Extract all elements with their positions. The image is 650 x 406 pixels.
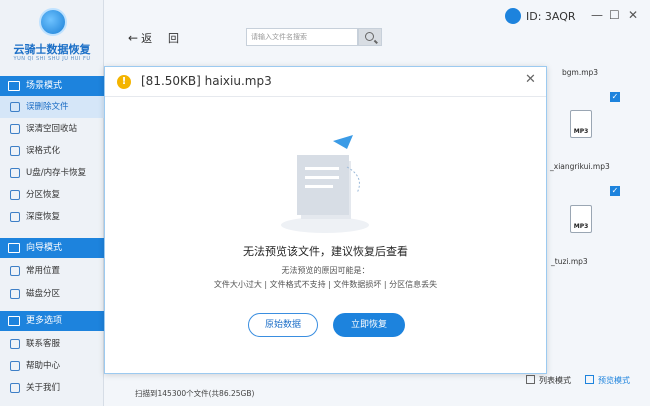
more-options-icon (8, 316, 20, 326)
search-icon (365, 32, 374, 41)
sidebar-item-about[interactable]: 关于我们 (0, 377, 104, 399)
sidebar-item-deep[interactable]: 深度恢复 (0, 206, 104, 228)
app-name-sub: YUN QI SHI SHU JU HUI FU (13, 56, 91, 62)
reason-list: 文件大小过大 | 文件格式不支持 | 文件数据损坏 | 分区信息丢失 (213, 280, 438, 289)
reason-heading: 无法预览的原因可能是： (281, 266, 370, 275)
sidebar-item-disk-partition[interactable]: 磁盘分区 (0, 283, 104, 305)
file-name-bgm: bgm.mp3 (562, 68, 599, 77)
recycle-bin-icon (10, 124, 20, 134)
dialog-title: [81.50KB] haixiu.mp3 (141, 74, 272, 88)
file-icon (10, 102, 20, 112)
file-checkbox-bgm[interactable]: ✓ (610, 92, 620, 102)
wizard-mode-icon (8, 243, 20, 253)
back-arrow-icon: ← (128, 31, 139, 45)
preview-mode-icon (585, 375, 594, 384)
sidebar-item-support[interactable]: 联系客服 (0, 333, 104, 355)
scene-mode-icon (8, 81, 20, 91)
help-icon (10, 361, 20, 371)
sidebar-item-format[interactable]: 误格式化 (0, 140, 104, 162)
minimize-button[interactable]: — (591, 8, 603, 22)
maximize-button[interactable]: ☐ (609, 8, 620, 22)
file-checkbox-xiangrikui[interactable]: ✓ (610, 186, 620, 196)
location-icon (10, 266, 20, 276)
search-input[interactable]: 请输入文件名搜索 (246, 28, 358, 46)
preview-dialog: ! [81.50KB] haixiu.mp3 ✕ 无法预览该文件，建议恢复后查看… (104, 66, 547, 374)
preview-mode-button[interactable]: 预览模式 (598, 375, 630, 386)
sidebar-item-help[interactable]: 帮助中心 (0, 355, 104, 377)
info-icon (10, 383, 20, 393)
recover-now-button[interactable]: 立即恢复 (333, 313, 405, 337)
back-button[interactable]: ← 返 (128, 30, 152, 46)
section-wizard-mode[interactable]: 向导模式 (0, 238, 104, 258)
format-icon (10, 146, 20, 156)
no-preview-message: 无法预览该文件，建议恢复后查看 (243, 245, 408, 258)
no-preview-illustration-icon (281, 135, 369, 233)
sidebar-item-common-location[interactable]: 常用位置 (0, 260, 104, 282)
usb-icon (10, 168, 20, 178)
list-mode-button[interactable]: 列表模式 (539, 375, 571, 386)
user-id: ID: 3AQR (526, 10, 576, 23)
back-button-second-char[interactable]: 回 (168, 30, 179, 46)
headset-icon (10, 339, 20, 349)
close-icon[interactable]: ✕ (525, 72, 536, 87)
close-window-button[interactable]: ✕ (628, 8, 638, 22)
logo-icon (39, 8, 67, 36)
topbar: ← 返 回 请输入文件名搜索 ID: 3AQR — ☐ ✕ (104, 0, 650, 72)
mp3-file-icon[interactable]: MP3 (570, 205, 592, 233)
mp3-file-icon[interactable]: MP3 (570, 110, 592, 138)
app-window: 云骑士数据恢复 YUN QI SHI SHU JU HUI FU 场景模式 误删… (0, 0, 650, 406)
search-button[interactable] (358, 28, 382, 46)
partition-icon (10, 190, 20, 200)
file-name-xiangrikui: _xiangrikui.mp3 (550, 162, 610, 171)
user-avatar-icon[interactable] (505, 8, 521, 24)
app-name: 云骑士数据恢复 (13, 43, 91, 56)
raw-data-button[interactable]: 原始数据 (248, 313, 318, 337)
disk-icon (10, 289, 20, 299)
section-scene-mode[interactable]: 场景模式 (0, 76, 104, 96)
sidebar: 云骑士数据恢复 YUN QI SHI SHU JU HUI FU 场景模式 误删… (0, 0, 104, 406)
sidebar-item-deleted-files[interactable]: 误删除文件 (0, 96, 104, 118)
sidebar-item-recycle-bin[interactable]: 误清空回收站 (0, 118, 104, 140)
dialog-title-bar: ! [81.50KB] haixiu.mp3 ✕ (105, 67, 546, 97)
warning-icon: ! (117, 75, 131, 89)
scan-status: 扫描到145300个文件(共86.25GB) (135, 389, 255, 398)
sidebar-item-usb[interactable]: U盘/内存卡恢复 (0, 162, 104, 184)
section-more-options[interactable]: 更多选项 (0, 311, 104, 331)
list-mode-icon (526, 375, 535, 384)
file-name-tuzi: _tuzi.mp3 (551, 257, 588, 266)
sidebar-item-partition[interactable]: 分区恢复 (0, 184, 104, 206)
deep-recovery-icon (10, 212, 20, 222)
logo: 云骑士数据恢复 YUN QI SHI SHU JU HUI FU (0, 0, 104, 68)
